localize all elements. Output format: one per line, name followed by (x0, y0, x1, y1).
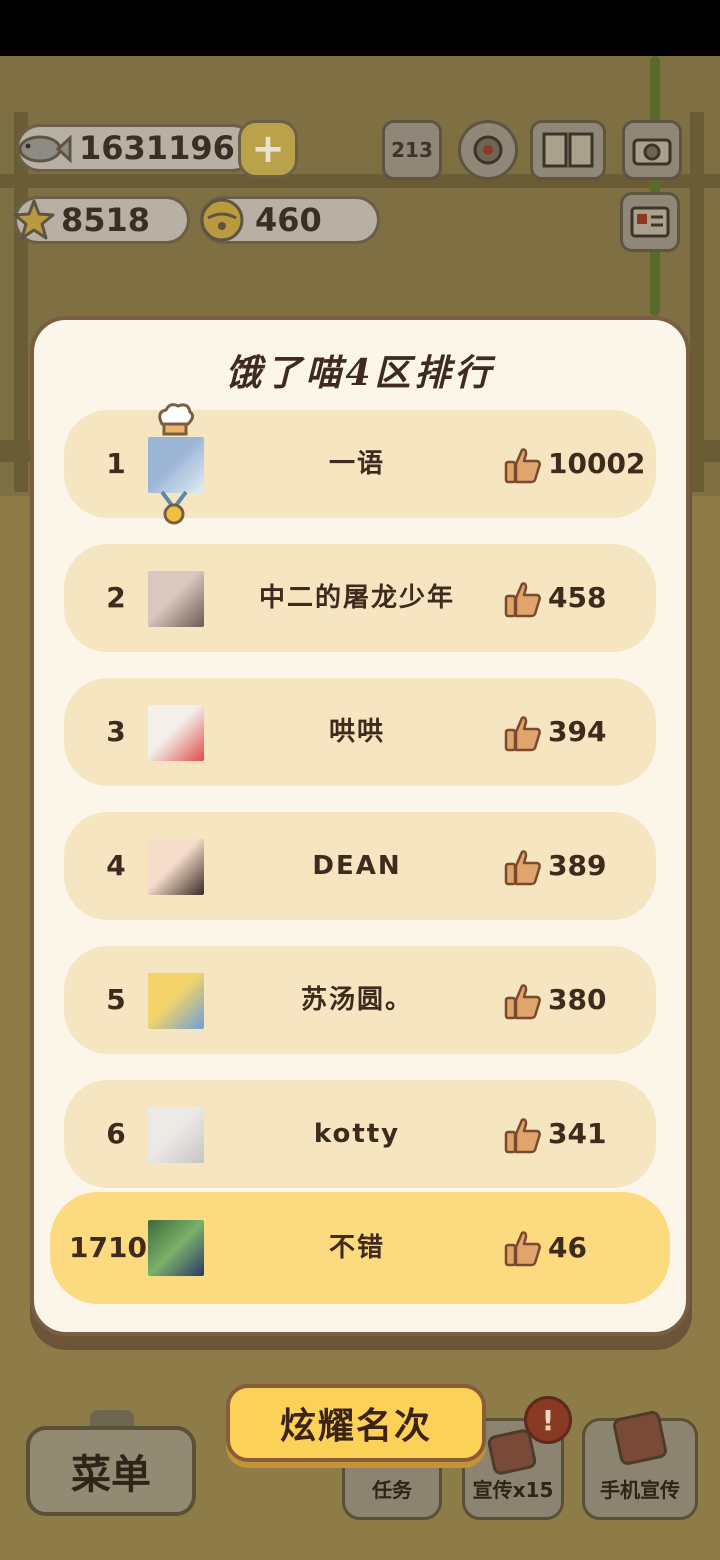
id-card-icon (630, 206, 670, 238)
add-fish-button[interactable]: + (238, 120, 298, 178)
leaderboard-row[interactable]: 2 中二的屠龙少年 458 (64, 544, 656, 652)
menu-label: 菜单 (71, 1452, 151, 1498)
fish-count: 1631196 (79, 129, 235, 167)
leaderboard-row[interactable]: 1 一语 10002 (64, 410, 656, 518)
player-avatar (148, 571, 204, 627)
task-label: 任务 (372, 1478, 412, 1502)
bell-icon (200, 198, 244, 242)
player-name: 中二的屠龙少年 (258, 583, 455, 613)
settings-button[interactable] (458, 120, 518, 180)
thumbs-up-icon[interactable] (504, 848, 542, 886)
camera-icon (632, 138, 672, 166)
player-avatar (148, 437, 204, 493)
alert-badge: ! (524, 1396, 572, 1444)
thumbs-up-icon[interactable] (504, 982, 542, 1020)
like-count: 394 (548, 715, 607, 748)
status-bar (0, 0, 720, 56)
leaderboard-title: 饿了喵4区排行 (225, 352, 495, 394)
player-name: 一语 (328, 449, 385, 479)
my-player-name: 不错 (328, 1233, 385, 1263)
leaderboard-row[interactable]: 5 苏汤圆。 380 (64, 946, 656, 1054)
like-count: 10002 (548, 447, 646, 480)
plus-icon: + (251, 126, 285, 172)
player-name: 苏汤圆。 (300, 985, 413, 1015)
album-button[interactable] (530, 120, 606, 180)
player-avatar (148, 1107, 204, 1163)
phone-icon (611, 1409, 669, 1467)
player-avatar (148, 705, 204, 761)
book-icon (542, 132, 594, 168)
gear-icon (473, 135, 503, 165)
ranking-button[interactable]: 213 (382, 120, 442, 180)
thumbs-up-icon[interactable] (504, 580, 542, 618)
like-count: 380 (548, 983, 607, 1016)
leaderboard-row[interactable]: 3 哄哄 394 (64, 678, 656, 786)
player-avatar (148, 839, 204, 895)
my-like-count: 46 (548, 1231, 587, 1264)
phone-promo-label: 手机宣传 (600, 1478, 680, 1502)
brag-rank-button[interactable]: 炫耀名次 (226, 1384, 486, 1462)
star-count: 8518 (61, 201, 151, 239)
brag-rank-label: 炫耀名次 (279, 1406, 432, 1447)
thumbs-up-icon (504, 1229, 542, 1267)
thumbs-up-icon[interactable] (504, 1116, 542, 1154)
player-avatar (148, 973, 204, 1029)
like-count: 389 (548, 849, 607, 882)
thumbs-up-icon[interactable] (504, 446, 542, 484)
player-name: 哄哄 (328, 717, 385, 747)
menu-button[interactable]: 菜单 (26, 1426, 196, 1516)
medal-icon (160, 490, 188, 525)
bell-count: 460 (255, 201, 322, 239)
leaderboard-row[interactable]: 6 kotty 341 (64, 1080, 656, 1188)
camera-button[interactable] (622, 120, 682, 180)
like-count: 458 (548, 581, 607, 614)
promo-label: 宣传x15 (472, 1478, 554, 1502)
podium-icon: 213 (391, 138, 433, 162)
player-name: kotty (313, 1119, 401, 1149)
my-avatar (148, 1220, 204, 1276)
chef-hat-icon (158, 403, 195, 436)
fish-icon (18, 134, 72, 164)
thumbs-up-icon[interactable] (504, 714, 542, 752)
profile-card-button[interactable] (620, 192, 680, 252)
star-icon (13, 199, 55, 240)
my-rank-row: 1710 不错 46 (50, 1192, 670, 1304)
vine-decoration (650, 56, 660, 316)
player-name: DEAN (312, 851, 402, 881)
leaderboard-row[interactable]: 4 DEAN 389 (64, 812, 656, 920)
like-count: 341 (548, 1117, 607, 1150)
